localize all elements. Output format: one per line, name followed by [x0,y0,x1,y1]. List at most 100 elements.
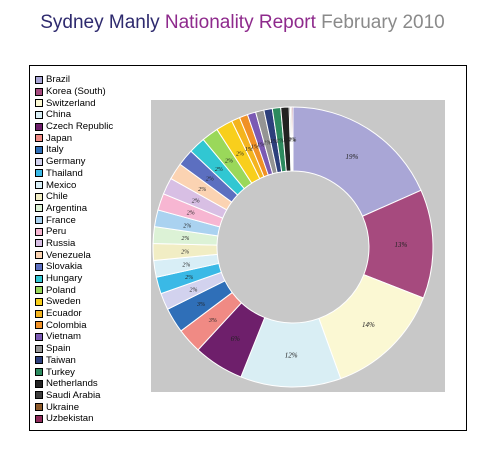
legend-label: Chile [46,191,68,203]
legend-item: Poland [35,284,113,296]
legend-item: Slovakia [35,261,113,273]
legend-label: Uzbekistan [46,413,94,425]
chart-legend: Brazil Korea (South) Switzerland China Czech… [35,74,113,425]
legend-label: Korea (South) [46,86,106,98]
data-label-0: 19% [345,153,358,161]
legend-swatch [35,297,43,306]
legend-swatch [35,414,43,423]
legend-item: Sweden [35,296,113,308]
data-label-29: 0% [289,138,297,144]
legend-item: Mexico [35,179,113,191]
legend-swatch [35,204,43,213]
legend-label: Poland [46,284,76,296]
legend-label: Peru [46,226,67,238]
data-label-13: 2% [187,211,195,217]
legend-swatch [35,286,43,295]
legend-label: Hungary [46,273,83,285]
donut-hole [218,172,368,322]
data-label-11: 2% [181,236,189,242]
legend-swatch [35,274,43,283]
legend-label: Thailand [46,167,83,179]
legend-swatch [35,344,43,353]
legend-item: Venezuela [35,249,113,261]
data-label-1: 13% [395,241,408,249]
data-label-8: 2% [185,275,193,281]
legend-label: Ecuador [46,308,82,320]
data-label-3: 12% [285,351,298,359]
legend-swatch [35,239,43,248]
data-label-18: 2% [225,159,233,165]
legend-swatch [35,99,43,108]
legend-label: Saudi Arabia [46,389,101,401]
legend-swatch [35,227,43,236]
legend-label: Vietnam [46,331,82,343]
legend-swatch [35,110,43,119]
legend-item: Thailand [35,168,113,180]
legend-label: Turkey [46,366,75,378]
legend-label: Switzerland [46,97,96,109]
legend-swatch [35,332,43,341]
legend-swatch [35,181,43,190]
legend-swatch [35,251,43,260]
legend-label: Czech Republic [46,121,114,133]
legend-label: China [46,109,72,121]
data-label-19: 2% [236,151,244,157]
legend-item: Ukraine [35,401,113,413]
data-label-14: 2% [192,199,200,205]
legend-swatch [35,321,43,330]
legend-item: Netherlands [35,378,113,390]
legend-label: Russia [46,237,76,249]
legend-item: Russia [35,238,113,250]
legend-swatch [35,309,43,318]
legend-swatch [35,403,43,412]
data-label-12: 2% [183,223,191,229]
legend-label: Argentina [46,202,88,214]
legend-item: China [35,109,113,121]
legend-label: Netherlands [46,378,98,390]
legend-swatch [35,75,43,84]
legend-label: Sweden [46,296,81,308]
data-label-5: 3% [208,318,217,324]
legend-item: Saudi Arabia [35,390,113,402]
legend-label: Taiwan [46,354,76,366]
legend-item: Korea (South) [35,86,113,98]
legend-swatch [35,122,43,131]
legend-label: Italy [46,144,64,156]
legend-label: Mexico [46,179,77,191]
legend-label: Venezuela [46,249,91,261]
data-label-2: 14% [362,321,375,329]
legend-item: Colombia [35,319,113,331]
legend-swatch [35,192,43,201]
legend-item: Taiwan [35,355,113,367]
legend-label: Slovakia [46,261,83,273]
legend-swatch [35,391,43,400]
legend-swatch [35,379,43,388]
legend-item: Peru [35,226,113,238]
legend-swatch [35,134,43,143]
legend-label: Japan [46,132,73,144]
data-label-9: 2% [182,262,190,268]
legend-item: Chile [35,191,113,203]
data-label-10: 2% [181,249,189,255]
legend-item: Czech Republic [35,121,113,133]
legend-label: Ukraine [46,401,80,413]
legend-swatch [35,356,43,365]
legend-swatch [35,145,43,154]
legend-swatch [35,368,43,377]
legend-item: Brazil [35,74,113,86]
data-label-6: 3% [196,302,205,308]
legend-swatch [35,216,43,225]
legend-item: Hungary [35,273,113,285]
legend-swatch [35,87,43,96]
legend-label: Brazil [46,74,70,86]
legend-swatch [35,262,43,271]
legend-item: Turkey [35,366,113,378]
legend-item: Italy [35,144,113,156]
legend-item: Japan [35,132,113,144]
legend-item: Vietnam [35,331,113,343]
data-label-16: 2% [206,176,214,182]
legend-item: Spain [35,343,113,355]
legend-label: Germany [46,156,86,168]
legend-item: Ecuador [35,308,113,320]
legend-item: Uzbekistan [35,413,113,425]
